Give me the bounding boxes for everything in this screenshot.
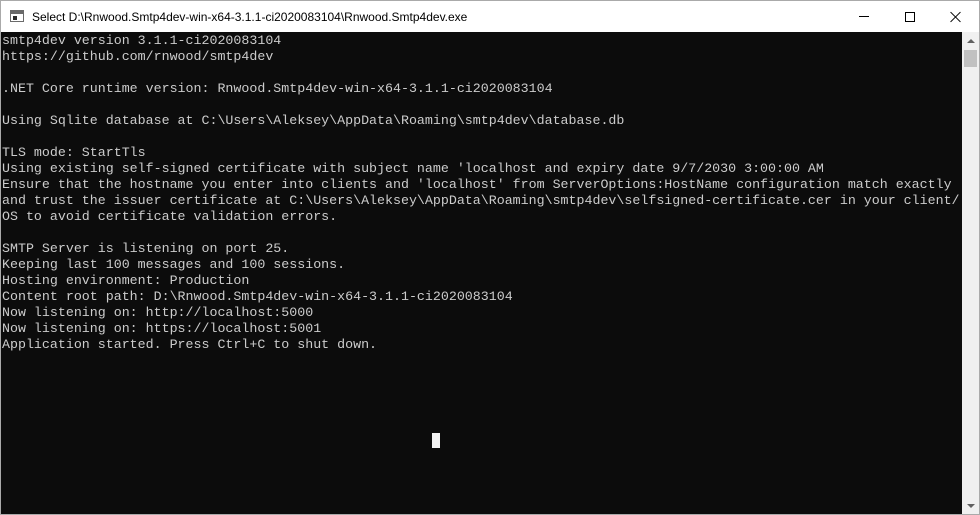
maximize-icon xyxy=(905,11,915,22)
maximize-button[interactable] xyxy=(887,1,933,32)
close-icon xyxy=(950,11,962,23)
vertical-scrollbar[interactable] xyxy=(962,32,979,514)
console-line: Ensure that the hostname you enter into … xyxy=(2,177,952,192)
arrow-down-icon xyxy=(966,503,975,508)
console-line: Keeping last 100 messages and 100 sessio… xyxy=(2,257,346,272)
console-window-icon[interactable] xyxy=(10,10,24,22)
scrollbar-thumb[interactable] xyxy=(964,50,977,67)
console-line: Application started. Press Ctrl+C to shu… xyxy=(2,337,378,352)
console-line: Now listening on: http://localhost:5000 xyxy=(2,305,314,320)
scroll-up-button[interactable] xyxy=(962,32,979,49)
console-line: Using Sqlite database at C:\Users\Alekse… xyxy=(2,113,625,128)
console-window: Select D:\Rnwood.Smtp4dev-win-x64-3.1.1-… xyxy=(0,0,980,515)
console-line: https://github.com/rnwood/smtp4dev xyxy=(2,49,274,64)
console-text: smtp4dev version 3.1.1-ci2020083104 http… xyxy=(2,33,960,353)
console-line: Now listening on: https://localhost:5001 xyxy=(2,321,322,336)
window-title: Select D:\Rnwood.Smtp4dev-win-x64-3.1.1-… xyxy=(32,10,468,24)
console-line: Content root path: D:\Rnwood.Smtp4dev-wi… xyxy=(2,289,513,304)
minimize-button[interactable] xyxy=(841,1,887,32)
console-output[interactable]: smtp4dev version 3.1.1-ci2020083104 http… xyxy=(1,32,962,514)
close-button[interactable] xyxy=(933,1,979,32)
console-line: smtp4dev version 3.1.1-ci2020083104 xyxy=(2,33,282,48)
console-line: Hosting environment: Production xyxy=(2,273,250,288)
arrow-up-icon xyxy=(966,38,975,43)
console-line: SMTP Server is listening on port 25. xyxy=(2,241,290,256)
scroll-down-button[interactable] xyxy=(962,497,979,514)
console-line: and trust the issuer certificate at C:\U… xyxy=(2,193,960,208)
title-bar[interactable]: Select D:\Rnwood.Smtp4dev-win-x64-3.1.1-… xyxy=(1,1,979,32)
text-cursor xyxy=(432,433,440,448)
console-line: Using existing self-signed certificate w… xyxy=(2,161,824,176)
console-line: OS to avoid certificate validation error… xyxy=(2,209,338,224)
minimize-icon xyxy=(859,16,869,17)
console-line: .NET Core runtime version: Rnwood.Smtp4d… xyxy=(2,81,553,96)
console-line: TLS mode: StartTls xyxy=(2,145,146,160)
